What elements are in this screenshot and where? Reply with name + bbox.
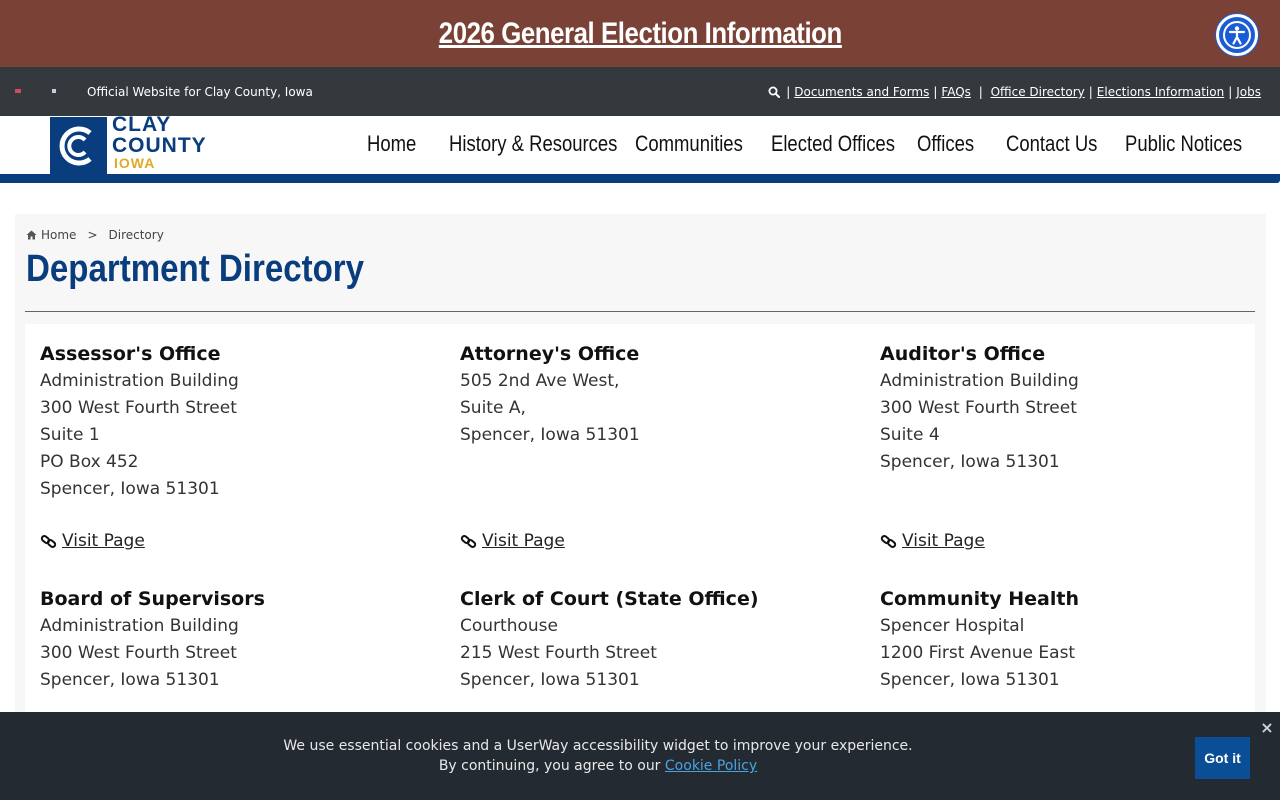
nav-elected-offices[interactable]: Elected Offices [771,131,895,157]
address-line: 505 2nd Ave West, [460,371,620,391]
main-nav: Home History & Resources Communities Ele… [367,131,1242,157]
address-line: Spencer, Iowa 51301 [460,425,640,445]
address-line: Suite 4 [880,425,940,445]
breadcrumb-separator: > [87,228,98,242]
address-line: 300 West Fourth Street [40,398,237,418]
elections-information-link[interactable]: Elections Information [1097,85,1224,99]
address-line: Spencer, Iowa 51301 [40,670,220,690]
breadcrumb-home-link[interactable]: Home [41,228,76,242]
link-icon [880,534,897,548]
breadcrumb: Home > Directory [26,228,164,242]
link-icon [40,534,57,548]
jobs-link[interactable]: Jobs [1236,85,1261,99]
got-it-button[interactable]: Got it [1195,737,1250,779]
department-card: Auditor's Office Administration Building… [880,341,1280,476]
election-info-link[interactable]: 2026 General Election Information [438,17,841,51]
clay-county-logo-text[interactable]: CLAY COUNTY IOWA [112,114,207,170]
department-name: Assessor's Office [40,343,221,365]
visit-page-label: Visit Page [902,531,985,551]
clay-county-logo-mark[interactable] [50,117,107,174]
documents-forms-link[interactable]: Documents and Forms [794,85,929,99]
title-divider [25,311,1255,312]
address-line: 300 West Fourth Street [880,398,1077,418]
address-line: Spencer, Iowa 51301 [880,670,1060,690]
accessibility-icon [1223,21,1251,49]
header-divider [0,174,1280,183]
visit-page-label: Visit Page [62,531,145,551]
logo-iowa-text: IOWA [114,155,156,171]
link-icon [460,534,477,548]
department-name: Clerk of Court (State Office) [460,588,759,610]
department-card: Assessor's Office Administration Buildin… [40,341,440,503]
address-line: 300 West Fourth Street [40,643,237,663]
department-name: Attorney's Office [460,343,640,365]
department-card: Attorney's Office 505 2nd Ave West, Suit… [460,341,860,449]
address-line: Spencer, Iowa 51301 [460,670,640,690]
cookie-consent-prefix: By continuing, you agree to our [438,758,661,774]
official-website-text: Official Website for Clay County, Iowa [87,85,313,99]
cookie-banner: We use essential cookies and a UserWay a… [0,712,1280,800]
page-title: Department Directory [26,248,365,290]
department-name: Community Health [880,588,1079,610]
nav-home[interactable]: Home [367,131,436,157]
office-directory-link[interactable]: Office Directory [991,85,1085,99]
logo-county-text: COUNTY [112,134,207,157]
address-line: 215 West Fourth Street [460,643,657,663]
cookie-message: We use essential cookies and a UserWay a… [283,738,913,754]
department-card: Clerk of Court (State Office) Courthouse… [460,586,860,694]
flag-icon [52,89,56,93]
address-line: Administration Building [40,371,239,391]
department-name: Board of Supervisors [40,588,265,610]
address-line: Spencer Hospital [880,616,1025,636]
visit-page-link[interactable]: Visit Page [880,531,985,551]
nav-contact-us[interactable]: Contact Us [1006,131,1106,157]
address-line: Courthouse [460,616,558,636]
utility-bar: Official Website for Clay County, Iowa |… [0,67,1280,116]
department-card: Community Health Spencer Hospital 1200 F… [880,586,1280,694]
visit-page-link[interactable]: Visit Page [40,531,145,551]
cookie-consent-text: By continuing, you agree to our Cookie P… [148,758,1048,774]
faqs-link[interactable]: FAQs [941,85,971,99]
address-line: Suite 1 [40,425,100,445]
address-line: Spencer, Iowa 51301 [40,479,220,499]
department-card: Board of Supervisors Administration Buil… [40,586,440,694]
cookie-policy-link[interactable]: Cookie Policy [665,758,757,774]
nav-public-notices[interactable]: Public Notices [1125,131,1242,157]
search-icon[interactable] [768,86,781,98]
logo-clay-text: CLAY [112,113,172,136]
flag-icon [15,89,21,93]
department-name: Auditor's Office [880,343,1046,365]
utility-links: | Documents and Forms | FAQs | Office Di… [768,85,1261,99]
nav-offices[interactable]: Offices [917,131,992,157]
address-line: Spencer, Iowa 51301 [880,452,1060,472]
nav-communities[interactable]: Communities [635,131,749,157]
home-icon [26,230,37,240]
accessibility-button[interactable] [1216,14,1258,56]
address-line: 1200 First Avenue East [880,643,1076,663]
nav-history-resources[interactable]: History & Resources [449,131,617,157]
election-banner: 2026 General Election Information [0,0,1280,67]
address-line: PO Box 452 [40,452,139,472]
breadcrumb-current: Directory [108,228,164,242]
visit-page-label: Visit Page [482,531,565,551]
close-icon[interactable]: × [1258,718,1276,737]
address-line: Suite A, [460,398,526,418]
county-logo-icon [59,126,92,165]
address-line: Administration Building [40,616,239,636]
visit-page-link[interactable]: Visit Page [460,531,565,551]
address-line: Administration Building [880,371,1079,391]
